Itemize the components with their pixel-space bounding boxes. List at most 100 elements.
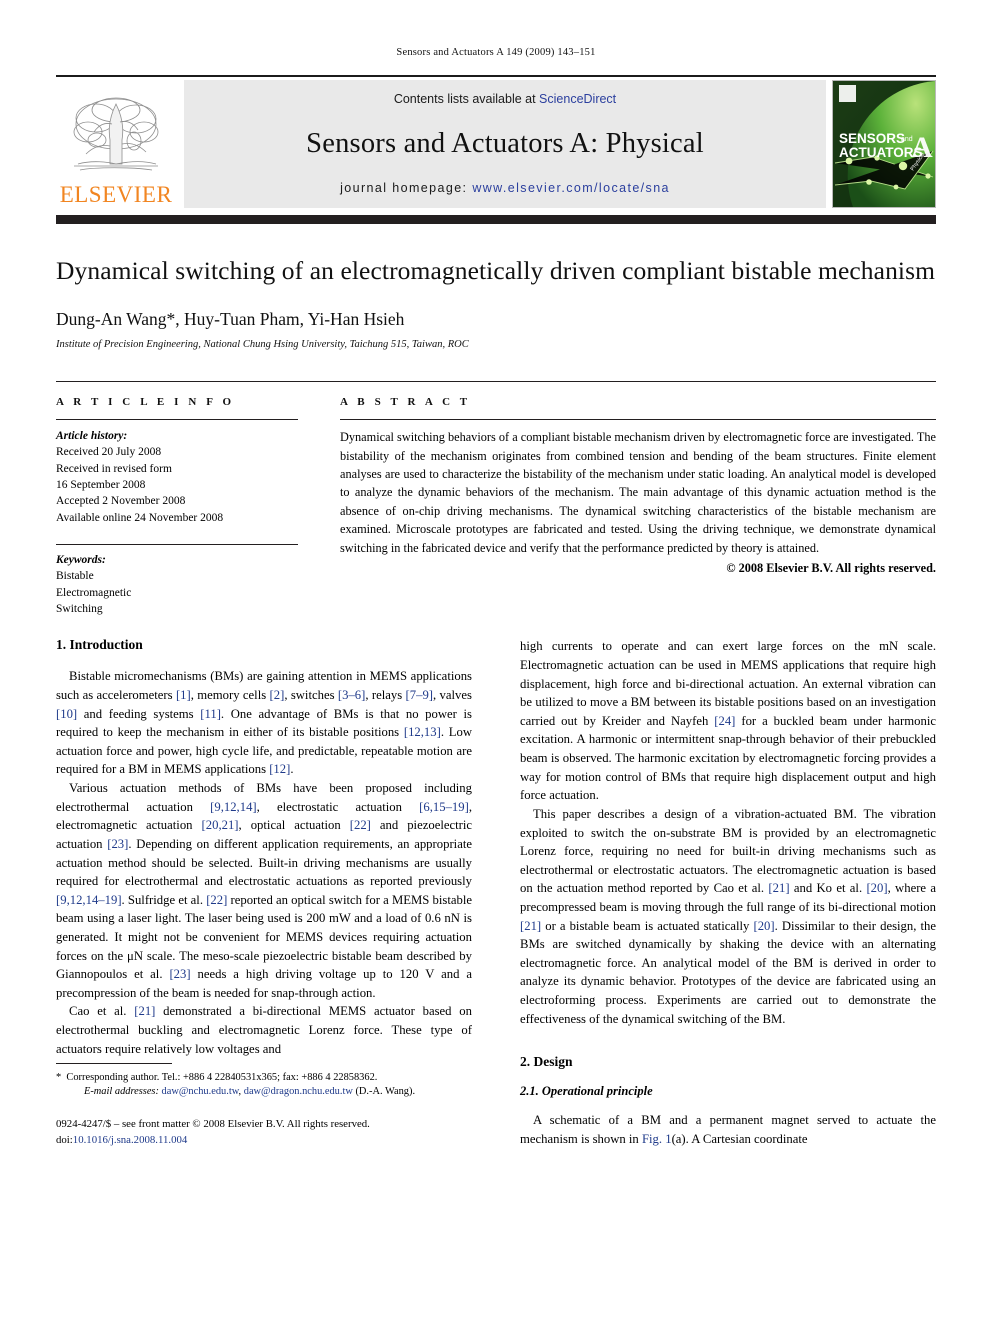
issn-line: 0924-4247/$ – see front matter © 2008 El… — [56, 1118, 370, 1131]
svg-text:ACTUATORS: ACTUATORS — [839, 145, 923, 160]
history-item: Accepted 2 November 2008 — [56, 495, 186, 508]
masthead-divider — [56, 215, 936, 224]
citation-ref[interactable]: [21] — [768, 881, 789, 895]
paragraph: Bistable micromechanisms (BMs) are gaini… — [56, 667, 472, 779]
text-run: , valves — [433, 688, 472, 703]
body-columns: 1. Introduction Bistable micromechanisms… — [56, 637, 936, 1148]
email-link-secondary[interactable]: daw@dragon.nchu.edu.tw — [244, 1086, 353, 1097]
journal-masthead: ELSEVIER Contents lists available at Sci… — [56, 75, 936, 208]
info-abstract-block: A R T I C L E I N F O Article history: R… — [56, 381, 936, 617]
footnote-rule — [56, 1062, 172, 1064]
running-head: Sensors and Actuators A 149 (2009) 143–1… — [396, 47, 596, 58]
author-list: Dung-An Wang*, Huy-Tuan Pham, Yi-Han Hsi… — [56, 309, 405, 330]
citation-ref[interactable]: [9,12,14] — [210, 800, 257, 814]
text-run: . Sulfridge et al. — [121, 892, 207, 907]
history-item: Available online 24 November 2008 — [56, 511, 224, 524]
text-run: and Ko et al. — [789, 881, 867, 896]
column-gap — [298, 396, 340, 617]
figure-ref[interactable]: Fig. 1 — [642, 1132, 672, 1146]
footnote-marker: * — [56, 1071, 62, 1083]
title-block: Dynamical switching of an electromagneti… — [56, 254, 936, 350]
abstract-heading: A B S T R A C T — [340, 396, 471, 409]
keywords-label: Keywords: — [56, 554, 106, 567]
citation-ref[interactable]: [12,13] — [404, 725, 441, 739]
paragraph: Cao et al. [21] demonstrated a bi-direct… — [56, 1002, 472, 1058]
issn-doi-block: 0924-4247/$ – see front matter © 2008 El… — [56, 1117, 472, 1148]
homepage-prefix: journal homepage: — [340, 181, 473, 195]
elsevier-logo: ELSEVIER — [56, 80, 176, 208]
keyword-item: Switching — [56, 603, 103, 616]
journal-band: Contents lists available at ScienceDirec… — [184, 80, 826, 208]
doi-line: doi:10.1016/j.sna.2008.11.004 — [56, 1133, 472, 1149]
cover-artwork: SENSORS and ACTUATORS A Physical — [833, 81, 935, 207]
text-run: , relays — [365, 688, 406, 703]
journal-title: Sensors and Actuators A: Physical — [306, 127, 704, 159]
history-item: Received 20 July 2008 — [56, 446, 162, 459]
doi-link[interactable]: 10.1016/j.sna.2008.11.004 — [73, 1134, 187, 1146]
article-info-heading: A R T I C L E I N F O — [56, 396, 235, 409]
citation-ref[interactable]: [10] — [56, 707, 77, 721]
history-label: Article history: — [56, 430, 128, 443]
contents-available-line: Contents lists available at ScienceDirec… — [394, 92, 616, 106]
column-gutter — [472, 637, 520, 1148]
paragraph: Various actuation methods of BMs have be… — [56, 779, 472, 1002]
citation-ref[interactable]: [20,21] — [202, 818, 239, 832]
copyright-line: © 2008 Elsevier B.V. All rights reserved… — [726, 561, 936, 576]
abstract-column: A B S T R A C T Dynamical switching beha… — [340, 396, 936, 617]
paragraph: A schematic of a BM and a permanent magn… — [520, 1111, 936, 1148]
article-info-column: A R T I C L E I N F O Article history: R… — [56, 396, 298, 617]
citation-ref[interactable]: [21] — [134, 1004, 155, 1018]
citation-ref[interactable]: [24] — [714, 714, 735, 728]
section-heading-design: 2. Design — [520, 1054, 573, 1070]
history-item: Received in revised form — [56, 462, 172, 475]
email-label: E-mail addresses: — [84, 1086, 159, 1098]
journal-cover-thumbnail: SENSORS and ACTUATORS A Physical — [832, 80, 936, 208]
citation-ref[interactable]: [9,12,14–19] — [56, 893, 122, 907]
citation-ref[interactable]: [20] — [866, 881, 887, 895]
citation-ref[interactable]: [23] — [169, 967, 190, 981]
email-link-primary[interactable]: daw@nchu.edu.tw — [162, 1086, 239, 1097]
keyword-item: Electromagnetic — [56, 586, 132, 599]
homepage-url-link[interactable]: www.elsevier.com/locate/sna — [472, 181, 670, 195]
right-column: high currents to operate and can exert l… — [520, 637, 936, 1148]
corresponding-author-note: * Corresponding author. Tel.: +886 4 228… — [56, 1071, 472, 1086]
elsevier-tree-icon — [73, 97, 159, 171]
citation-ref[interactable]: [7–9] — [406, 688, 433, 702]
citation-ref[interactable]: [22] — [350, 818, 371, 832]
contents-prefix: Contents lists available at — [393, 92, 540, 106]
text-run: , memory cells — [190, 688, 270, 703]
keywords-block: Keywords: Bistable Electromagnetic Switc… — [56, 544, 298, 617]
citation-ref[interactable]: [20] — [753, 919, 774, 933]
affiliation: Institute of Precision Engineering, Nati… — [56, 339, 469, 351]
keyword-item: Bistable — [56, 570, 94, 583]
text-run: . Dissimilar to their design, the BMs ar… — [520, 918, 936, 1026]
text-run: and feeding systems — [77, 706, 201, 721]
elsevier-wordmark: ELSEVIER — [59, 182, 173, 207]
citation-ref[interactable]: [23] — [107, 837, 128, 851]
article-history: Article history: Received 20 July 2008 R… — [56, 428, 298, 526]
citation-ref[interactable]: [11] — [200, 707, 221, 721]
citation-ref[interactable]: [12] — [269, 762, 290, 776]
citation-ref[interactable]: [6,15–19] — [419, 800, 469, 814]
citation-ref[interactable]: [3–6] — [338, 688, 365, 702]
text-run: , switches — [284, 688, 338, 703]
footnote-area: * Corresponding author. Tel.: +886 4 228… — [56, 1062, 472, 1149]
citation-ref[interactable]: [21] — [520, 919, 541, 933]
citation-ref[interactable]: [22] — [206, 893, 227, 907]
sciencedirect-link[interactable]: ScienceDirect — [539, 92, 616, 106]
svg-text:SENSORS: SENSORS — [839, 131, 905, 146]
doi-label: doi: — [56, 1133, 73, 1146]
citation-ref[interactable]: [2] — [270, 688, 285, 702]
text-run: Cao et al. — [69, 1004, 135, 1019]
page-title: Dynamical switching of an electromagneti… — [56, 256, 936, 285]
subsection-heading-operational-principle: 2.1. Operational principle — [520, 1084, 653, 1099]
paragraph: high currents to operate and can exert l… — [520, 637, 936, 804]
abstract-rule — [340, 419, 936, 421]
text-run: , optical actuation — [238, 818, 350, 833]
abstract-text: Dynamical switching behaviors of a compl… — [340, 430, 936, 555]
paragraph: This paper describes a design of a vibra… — [520, 805, 936, 1028]
citation-ref[interactable]: [1] — [176, 688, 191, 702]
keywords-rule — [56, 544, 298, 546]
email-note: E-mail addresses: daw@nchu.edu.tw, daw@d… — [56, 1085, 472, 1100]
text-run: . — [290, 762, 294, 777]
